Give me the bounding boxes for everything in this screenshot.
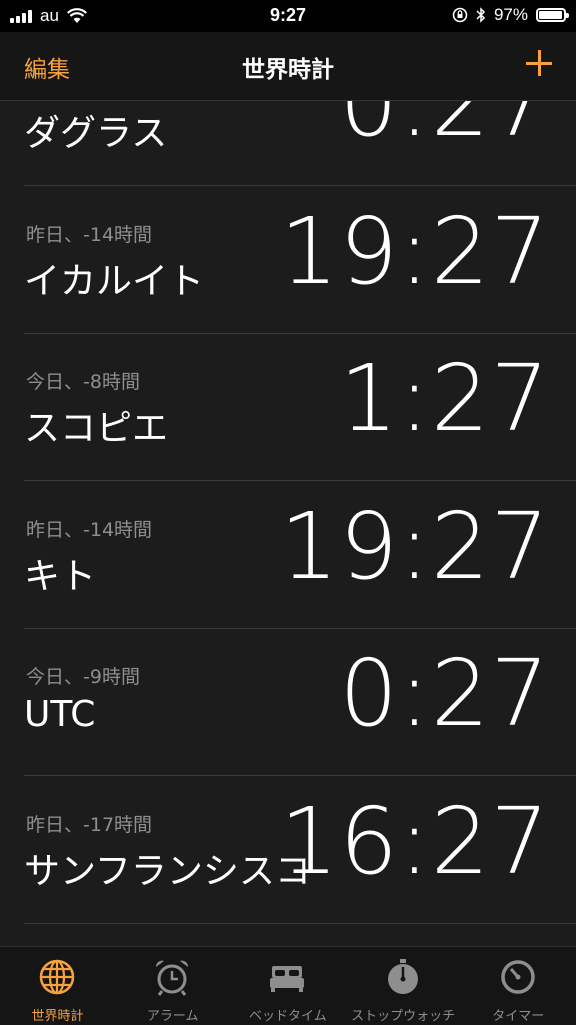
alarm-clock-icon — [152, 957, 192, 997]
tab-stopwatch[interactable]: ストップウォッチ — [346, 947, 461, 1025]
tab-label: ベッドタイム — [249, 1009, 327, 1024]
navigation-bar: 編集 世界時計 — [0, 32, 576, 101]
clock-city-name: サンフランシスコ — [24, 850, 311, 892]
clock-row[interactable]: 今日、-9時間 UTC 0:27 — [0, 628, 576, 776]
clock-offset-label: 昨日、-14時間 — [26, 518, 153, 541]
tab-label: アラーム — [146, 1009, 199, 1024]
clock-row[interactable]: 昨日、-14時間キト 19:27 — [0, 481, 576, 629]
clock-row[interactable]: 昨日、-14時間イカルイト 19:27 — [0, 186, 576, 334]
bluetooth-icon — [476, 7, 486, 23]
battery-fill — [539, 11, 563, 19]
stopwatch-icon — [383, 957, 423, 997]
globe-icon — [37, 957, 77, 997]
tab-label: 世界時計 — [31, 1009, 84, 1024]
status-bar: au 9:27 97% — [0, 0, 576, 32]
row-divider — [24, 922, 576, 924]
clock-row[interactable]: ダグラス 0:27 — [0, 100, 576, 186]
clock-city-name: UTC — [24, 694, 96, 735]
tab-label: タイマー — [492, 1009, 545, 1024]
clock-city-name: ダグラス — [24, 113, 168, 154]
tab-label: ストップウォッチ — [351, 1009, 456, 1024]
clock-time: 16:27 — [279, 787, 550, 895]
clock-offset-label: 昨日、-17時間 — [26, 813, 153, 836]
clock-city-name: イカルイト — [24, 260, 205, 302]
orientation-lock-icon — [452, 7, 468, 23]
clock-time: 19:27 — [279, 197, 550, 305]
tab-bed[interactable]: ベッドタイム — [230, 947, 345, 1025]
clock-offset-label: 昨日、-14時間 — [26, 223, 153, 246]
clock-row[interactable]: 今日、-8時間スコピエ 1:27 — [0, 333, 576, 481]
timer-icon — [498, 957, 538, 997]
clock-time: 0:27 — [339, 100, 550, 157]
clock-offset-label: 今日、-9時間 — [26, 666, 140, 688]
clock-time: 1:27 — [339, 345, 550, 452]
clock-row[interactable]: 昨日、-17時間サンフランシスコ 16:27 — [0, 776, 576, 924]
clock-time: 19:27 — [279, 492, 550, 600]
tab-bar: 世界時計 アラーム ベッドタイム ストップウォッチ タイマー — [0, 946, 576, 1025]
page-title: 世界時計 — [242, 57, 334, 83]
status-bar-right: 97% — [452, 5, 569, 25]
clock-time: 0:27 — [339, 640, 550, 747]
tab-globe[interactable]: 世界時計 — [0, 947, 115, 1025]
plus-icon[interactable] — [524, 48, 554, 78]
battery-percent: 97% — [493, 5, 528, 24]
tab-alarm-clock[interactable]: アラーム — [115, 947, 230, 1025]
clock-offset-label: 今日、-8時間 — [26, 371, 140, 393]
clock-city-name: キト — [24, 555, 97, 597]
tab-timer[interactable]: タイマー — [461, 947, 576, 1025]
bed-icon — [267, 957, 307, 997]
clock-city-name: スコピエ — [24, 408, 169, 449]
world-clock-list[interactable]: ダグラス 0:27 昨日、-14時間 イカルイト 19:27 今日、-8時間 スコピエ 1:2… — [0, 100, 576, 946]
battery-icon — [536, 8, 569, 22]
